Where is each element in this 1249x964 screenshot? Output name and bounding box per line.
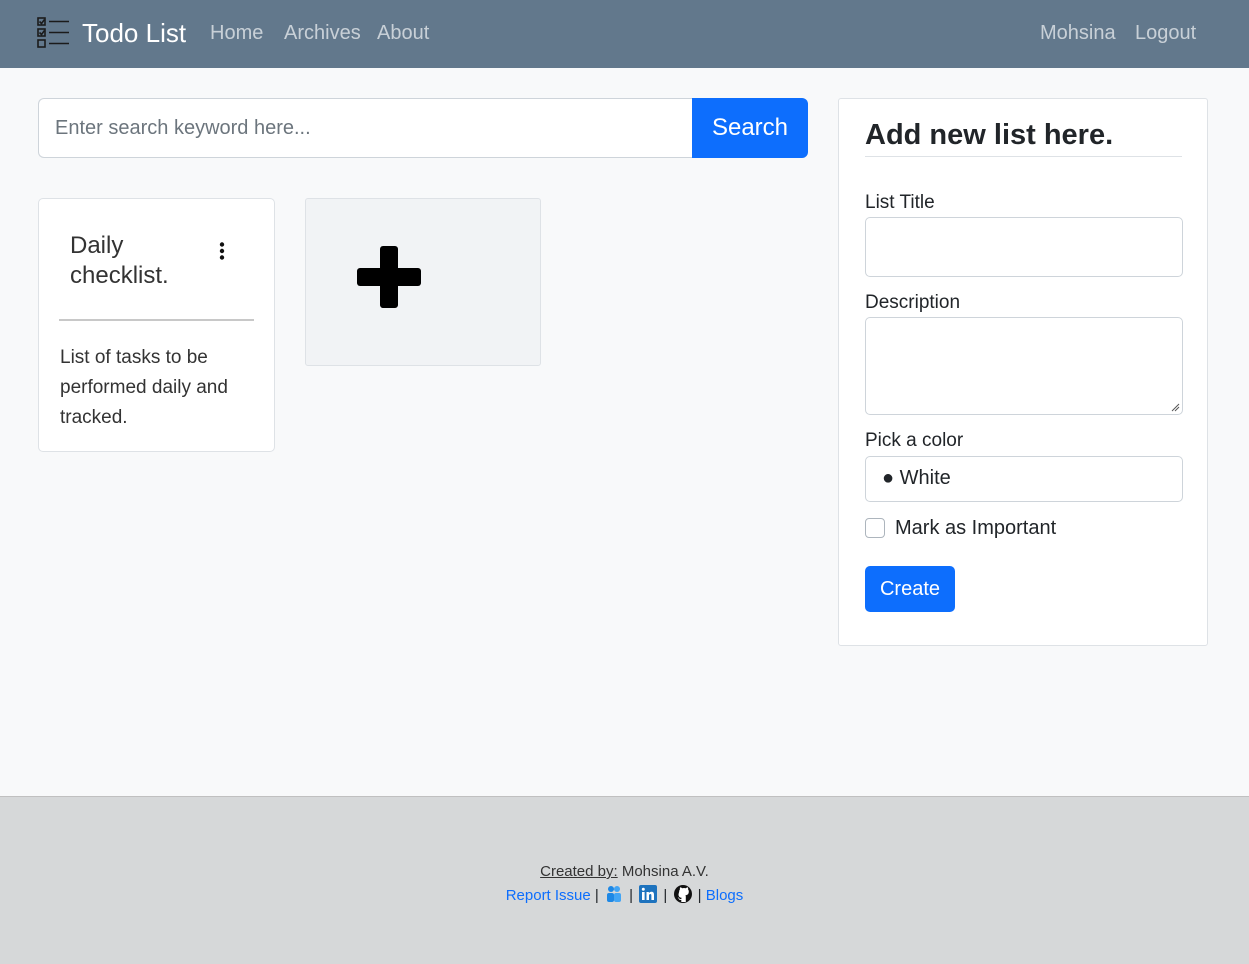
nav-user[interactable]: Mohsina bbox=[1040, 22, 1116, 45]
important-label[interactable]: Mark as Important bbox=[895, 517, 1056, 540]
list-title-input[interactable] bbox=[865, 217, 1183, 277]
plus-icon bbox=[357, 246, 421, 308]
description-label: Description bbox=[865, 292, 961, 313]
nav-archives[interactable]: Archives bbox=[284, 22, 361, 45]
nav-home[interactable]: Home bbox=[210, 22, 263, 45]
search-input[interactable] bbox=[38, 98, 692, 158]
description-textarea[interactable] bbox=[865, 317, 1183, 415]
separator: | bbox=[663, 887, 668, 904]
blogs-link[interactable]: Blogs bbox=[706, 887, 744, 904]
form-heading: Add new list here. bbox=[865, 119, 1114, 151]
footer-credit: Created by: Mohsina A.V. bbox=[0, 863, 1249, 880]
separator: | bbox=[629, 887, 634, 904]
list-card[interactable]: Daily checklist. List of tasks to be per… bbox=[38, 198, 275, 452]
form-divider bbox=[865, 156, 1182, 157]
github-icon[interactable] bbox=[673, 885, 692, 903]
list-title-label: List Title bbox=[865, 192, 935, 213]
important-checkbox[interactable] bbox=[865, 518, 885, 538]
author-name: Mohsina A.V. bbox=[621, 863, 709, 880]
color-select[interactable]: ● White bbox=[865, 456, 1183, 502]
new-list-form: Add new list here. List Title Descriptio… bbox=[838, 98, 1208, 646]
report-issue-link[interactable]: Report Issue bbox=[506, 887, 591, 904]
navbar: Todo List Home Archives About Mohsina Lo… bbox=[0, 0, 1249, 68]
created-by-label: Created by: bbox=[540, 863, 618, 880]
nav-about[interactable]: About bbox=[377, 22, 429, 45]
brand-title[interactable]: Todo List bbox=[82, 18, 186, 49]
kebab-menu-icon[interactable] bbox=[218, 242, 226, 260]
list-card-title: Daily checklist. bbox=[70, 232, 169, 289]
resize-grip-icon[interactable] bbox=[1170, 402, 1180, 412]
footer: Created by: Mohsina A.V. Report Issue | … bbox=[0, 796, 1249, 964]
search-button[interactable]: Search bbox=[692, 98, 808, 158]
color-label: Pick a color bbox=[865, 430, 964, 451]
community-icon[interactable] bbox=[605, 885, 623, 903]
list-card-description: List of tasks to be performed daily and … bbox=[60, 347, 228, 428]
separator: | bbox=[594, 887, 599, 904]
linkedin-icon[interactable] bbox=[639, 885, 658, 903]
nav-logout[interactable]: Logout bbox=[1135, 22, 1196, 45]
create-button[interactable]: Create bbox=[865, 566, 955, 612]
footer-links: Report Issue | | | | Blogs bbox=[0, 885, 1249, 904]
separator: | bbox=[697, 887, 702, 904]
checklist-icon bbox=[37, 17, 69, 48]
card-divider bbox=[59, 319, 254, 321]
add-list-card[interactable] bbox=[305, 198, 541, 366]
search-bar: Search bbox=[38, 98, 808, 158]
